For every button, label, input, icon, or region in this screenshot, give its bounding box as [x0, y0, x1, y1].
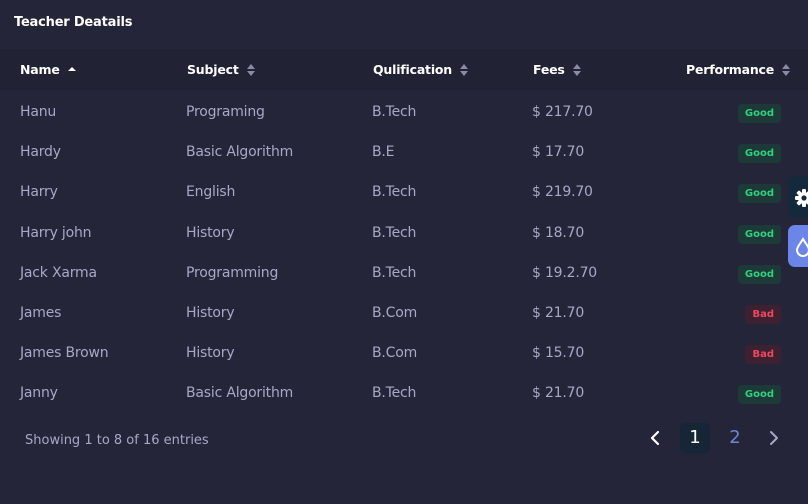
cell-name: Jack Xarma: [20, 264, 97, 281]
cell-subject: Programing: [186, 104, 265, 120]
table-row: Hanu Programing B.Tech $ 217.70 Good: [0, 92, 808, 132]
table-row: James History B.Com $ 21.70 Bad: [0, 293, 808, 333]
cell-fees: $ 21.70: [532, 305, 585, 321]
column-header-performance[interactable]: Performance: [686, 62, 791, 77]
gear-icon: [795, 189, 808, 207]
chevron-left-icon: [650, 430, 660, 446]
cell-qualification: B.E: [372, 144, 395, 161]
cell-subject: Programming: [186, 264, 279, 281]
column-header-label: Performance: [686, 62, 775, 77]
card-title: Teacher Deatails: [14, 15, 133, 30]
cell-fees: $ 18.70: [532, 224, 585, 241]
cell-name: Harry: [20, 184, 58, 201]
cell-subject: Basic Algorithm: [186, 144, 294, 161]
teacher-details-card: Teacher Deatails Name Subject Qulificati…: [0, 0, 808, 504]
sort-icon: [460, 63, 469, 76]
page-button-1[interactable]: 1: [680, 423, 710, 453]
column-header-qualification[interactable]: Qulification: [373, 62, 469, 77]
table-row: Hardy Basic Algorithm B.E $ 17.70 Good: [0, 132, 808, 172]
cell-qualification: B.Tech: [372, 184, 417, 201]
cell-name: James: [20, 305, 62, 321]
sort-icon: [246, 63, 255, 76]
column-header-label: Qulification: [373, 62, 453, 77]
cell-name: Hardy: [20, 144, 61, 161]
next-page-button[interactable]: [762, 426, 786, 450]
settings-side-tab[interactable]: [788, 176, 808, 218]
column-header-name[interactable]: Name: [20, 62, 76, 77]
cell-qualification: B.Com: [372, 305, 418, 321]
cell-qualification: B.Com: [372, 345, 418, 362]
table-row: Jack Xarma Programming B.Tech $ 19.2.70 Good: [0, 253, 808, 293]
table-row: Harry john History B.Tech $ 18.70 Good: [0, 213, 808, 253]
table-row: Harry English B.Tech $ 219.70 Good: [0, 172, 808, 212]
cell-subject: History: [186, 305, 235, 321]
cell-name: James Brown: [20, 345, 109, 362]
cell-subject: History: [186, 224, 235, 241]
sort-asc-icon: [67, 65, 76, 75]
performance-badge: Good: [737, 144, 781, 164]
cell-fees: $ 21.70: [532, 385, 585, 402]
cell-subject: Basic Algorithm: [186, 385, 294, 402]
performance-badge: Good: [737, 385, 781, 405]
performance-badge: Good: [737, 264, 781, 284]
cell-fees: $ 15.70: [532, 345, 585, 362]
cell-qualification: B.Tech: [372, 224, 417, 241]
column-header-label: Fees: [533, 62, 565, 77]
cell-qualification: B.Tech: [372, 104, 417, 120]
cell-fees: $ 19.2.70: [532, 264, 597, 281]
performance-badge: Good: [737, 184, 781, 204]
entries-summary: Showing 1 to 8 of 16 entries: [25, 433, 209, 448]
table-row: Janny Basic Algorithm B.Tech $ 21.70 Good: [0, 373, 808, 413]
column-header-subject[interactable]: Subject: [187, 62, 255, 77]
table-header: Name Subject Qulification Fees Performan…: [0, 49, 808, 90]
cell-fees: $ 217.70: [532, 104, 593, 120]
chevron-right-icon: [770, 431, 778, 445]
droplet-icon: [795, 237, 808, 257]
cell-name: Harry john: [20, 224, 92, 241]
cell-subject: History: [186, 345, 235, 362]
performance-badge: Bad: [745, 305, 781, 324]
cell-name: Janny: [20, 385, 58, 402]
table-row: James Brown History B.Com $ 15.70 Bad: [0, 333, 808, 373]
performance-badge: Good: [737, 104, 781, 123]
performance-badge: Bad: [745, 345, 781, 365]
cell-fees: $ 219.70: [532, 184, 593, 201]
column-header-label: Subject: [187, 62, 239, 77]
cell-qualification: B.Tech: [372, 385, 417, 402]
page-button-2[interactable]: 2: [720, 423, 750, 453]
sort-icon: [782, 63, 791, 76]
cell-fees: $ 17.70: [532, 144, 585, 161]
sort-icon: [572, 63, 581, 76]
cell-name: Hanu: [20, 104, 57, 120]
column-header-fees[interactable]: Fees: [533, 62, 581, 77]
cell-subject: English: [186, 184, 236, 201]
theme-side-tab[interactable]: [788, 225, 808, 267]
column-header-label: Name: [20, 62, 60, 77]
performance-badge: Good: [737, 224, 781, 244]
prev-page-button[interactable]: [643, 426, 667, 450]
cell-qualification: B.Tech: [372, 264, 417, 281]
